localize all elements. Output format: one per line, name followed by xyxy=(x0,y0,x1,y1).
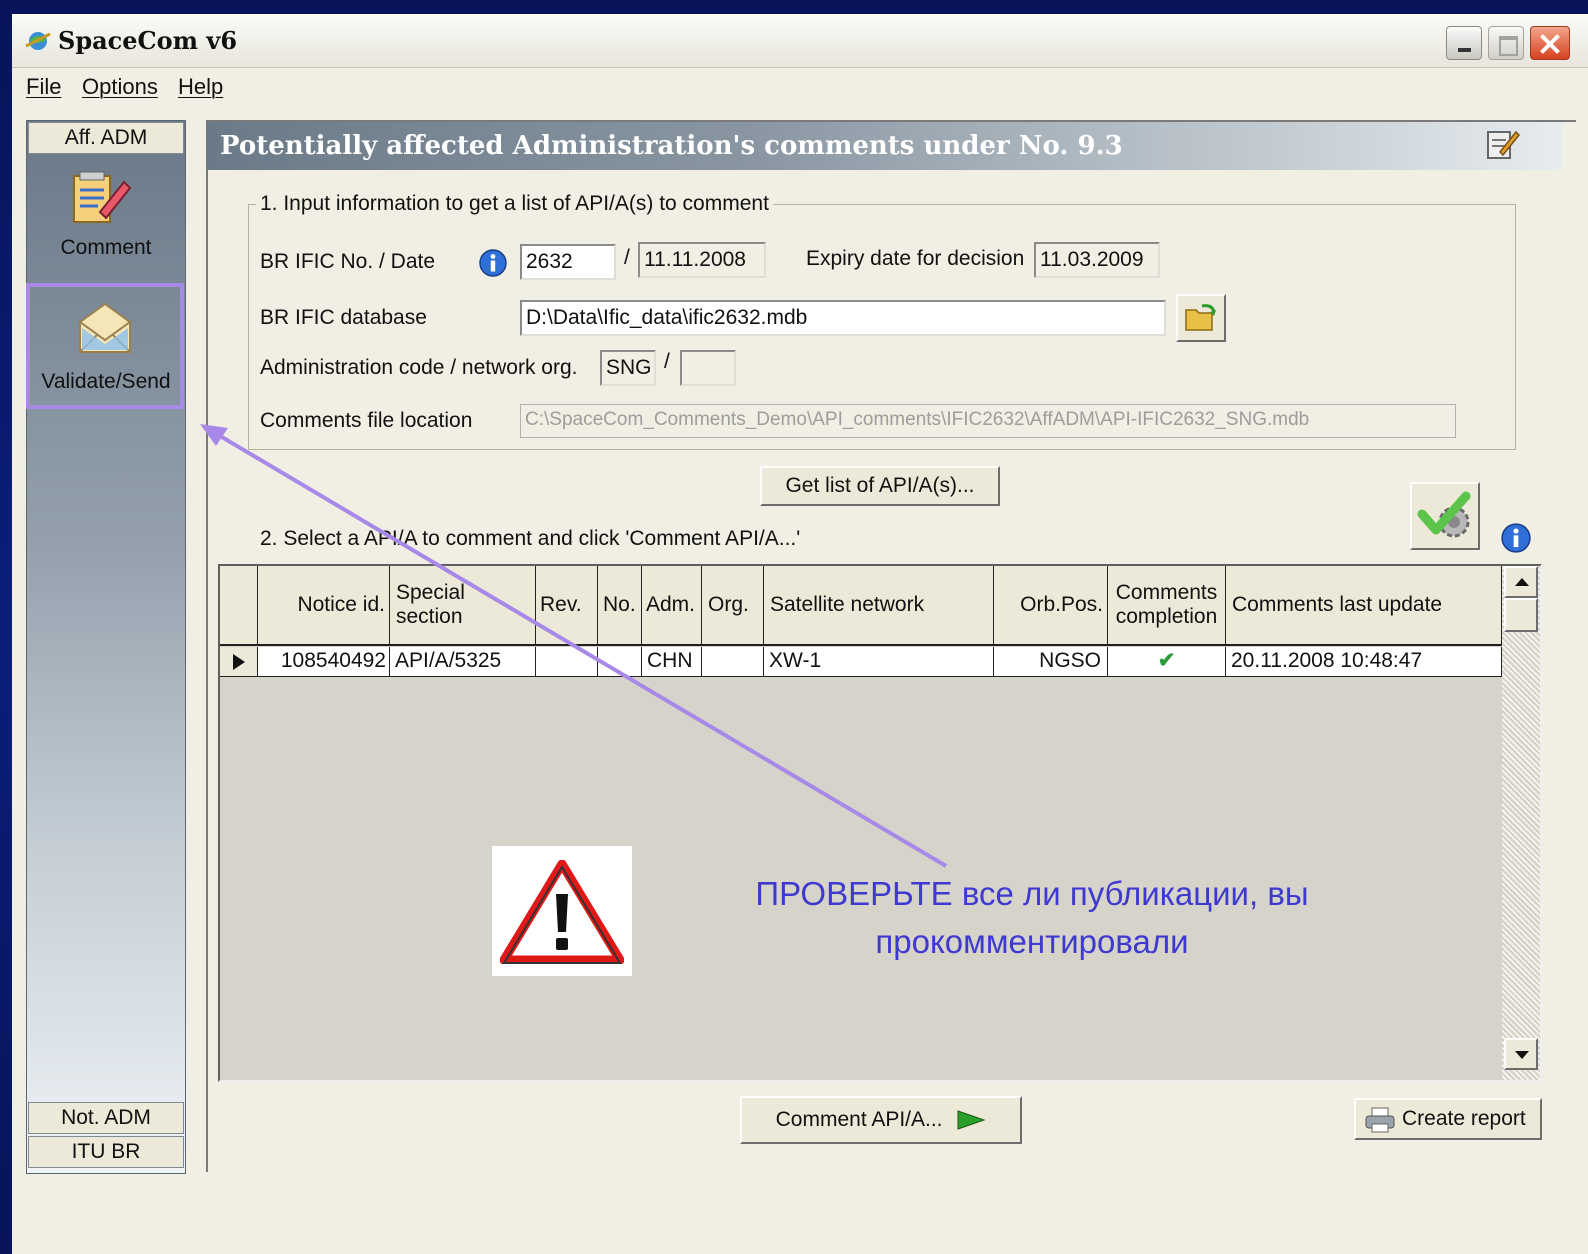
arrow-up-icon xyxy=(1515,578,1529,586)
comment-api-button[interactable]: Comment API/A... xyxy=(740,1096,1022,1144)
gear-check-icon xyxy=(1417,491,1471,538)
open-folder-icon xyxy=(1185,304,1216,331)
tab-itu-br[interactable]: ITU BR xyxy=(28,1136,184,1168)
info-icon-2[interactable] xyxy=(1500,522,1532,554)
app-satellite-icon xyxy=(25,32,51,50)
input-info-legend: 1. Input information to get a list of AP… xyxy=(256,192,773,216)
menu-help[interactable]: Help xyxy=(178,74,223,100)
comment-api-label: Comment API/A... xyxy=(775,1108,943,1131)
annotation-text: ПРОВЕРЬТЕ все ли публикации, вы прокомме… xyxy=(755,875,1309,960)
header-comments-last-update[interactable]: Comments last update xyxy=(1226,566,1502,646)
comments-location-label: Comments file location xyxy=(260,409,473,432)
cell-no[interactable] xyxy=(598,647,642,677)
ific-label: BR IFIC No. / Date xyxy=(260,250,436,273)
play-arrow-icon xyxy=(957,1110,986,1131)
warning-triangle-icon xyxy=(500,860,624,964)
cell-rev[interactable] xyxy=(536,647,598,677)
header-satellite-network[interactable]: Satellite network xyxy=(764,566,994,646)
cell-comments-last-update[interactable]: 20.11.2008 10:48:47 xyxy=(1226,647,1502,677)
select-api-label: 2. Select a API/A to comment and click '… xyxy=(260,527,801,550)
validate-send-highlight xyxy=(26,283,184,409)
grid-header-indicator xyxy=(220,566,258,646)
warning-sign xyxy=(492,846,632,976)
header-orb-pos[interactable]: Orb.Pos. xyxy=(994,566,1108,646)
maximize-button[interactable] xyxy=(1488,26,1524,60)
menu-file[interactable]: File xyxy=(26,74,61,100)
current-row-arrow-icon xyxy=(233,654,245,670)
date-separator: / xyxy=(624,246,630,269)
header-rev[interactable]: Rev. xyxy=(536,566,598,646)
title-bar: SpaceCom v6 xyxy=(12,14,1588,68)
ific-date-field: 11.11.2008 xyxy=(638,242,766,278)
browse-database-button[interactable] xyxy=(1176,294,1226,342)
cell-org[interactable] xyxy=(702,647,764,677)
comments-file-field: C:\SpaceCom_Comments_Demo\API_comments\I… xyxy=(520,404,1456,438)
header-org[interactable]: Org. xyxy=(702,566,764,646)
tab-not-adm[interactable]: Not. ADM xyxy=(28,1102,184,1134)
validate-check-button[interactable] xyxy=(1410,482,1480,550)
expiry-date-field: 11.03.2009 xyxy=(1034,242,1160,278)
window-title: SpaceCom v6 xyxy=(58,26,238,55)
comment-label[interactable]: Comment xyxy=(28,236,184,260)
expiry-label: Expiry date for decision xyxy=(806,247,1025,270)
db-label: BR IFIC database xyxy=(260,306,427,329)
printer-icon xyxy=(1365,1107,1395,1133)
ific-database-input[interactable]: D:\Data\Ific_data\ific2632.mdb xyxy=(520,300,1166,336)
cell-adm[interactable]: CHN xyxy=(642,647,702,677)
row-indicator[interactable] xyxy=(220,647,258,677)
cell-notice-id[interactable]: 108540492 xyxy=(258,647,390,677)
scroll-up-button[interactable] xyxy=(1504,566,1538,598)
left-navigation-panel xyxy=(26,120,186,1174)
close-button[interactable] xyxy=(1530,26,1570,60)
header-notice-id[interactable]: Notice id. xyxy=(258,566,390,646)
cell-special-section[interactable]: API/A/5325 xyxy=(390,647,536,677)
header-special-section[interactable]: Special section xyxy=(390,566,536,646)
create-report-label: Create report xyxy=(1402,1107,1526,1130)
tab-aff-adm[interactable]: Aff. ADM xyxy=(28,122,184,154)
grid-vertical-scrollbar[interactable] xyxy=(1502,566,1540,1080)
org-separator: / xyxy=(664,350,670,373)
arrow-down-icon xyxy=(1515,1051,1529,1059)
create-report-button[interactable]: Create report xyxy=(1354,1098,1542,1140)
get-list-button[interactable]: Get list of API/A(s)... xyxy=(760,466,1000,506)
ific-number-input[interactable]: 2632 xyxy=(520,244,616,280)
header-comments-completion[interactable]: Comments completion xyxy=(1108,566,1226,646)
adm-label: Administration code / network org. xyxy=(260,356,578,379)
network-org-field xyxy=(680,350,736,386)
cell-comments-completion-check-icon[interactable]: ✔ xyxy=(1108,647,1226,677)
cell-satellite-network[interactable]: XW-1 xyxy=(764,647,994,677)
header-adm[interactable]: Adm. xyxy=(642,566,702,646)
comment-icon[interactable] xyxy=(70,168,132,228)
cell-orb-pos[interactable]: NGSO xyxy=(994,647,1108,677)
adm-code-field: SNG xyxy=(600,350,656,386)
edit-document-icon[interactable] xyxy=(1484,126,1520,160)
scroll-down-button[interactable] xyxy=(1504,1038,1538,1070)
menu-options[interactable]: Options xyxy=(82,74,158,100)
page-title: Potentially affected Administration's co… xyxy=(206,122,1562,170)
scroll-thumb[interactable] xyxy=(1504,598,1538,632)
header-no[interactable]: No. xyxy=(598,566,642,646)
info-icon[interactable] xyxy=(478,248,508,278)
minimize-button[interactable] xyxy=(1446,26,1482,60)
